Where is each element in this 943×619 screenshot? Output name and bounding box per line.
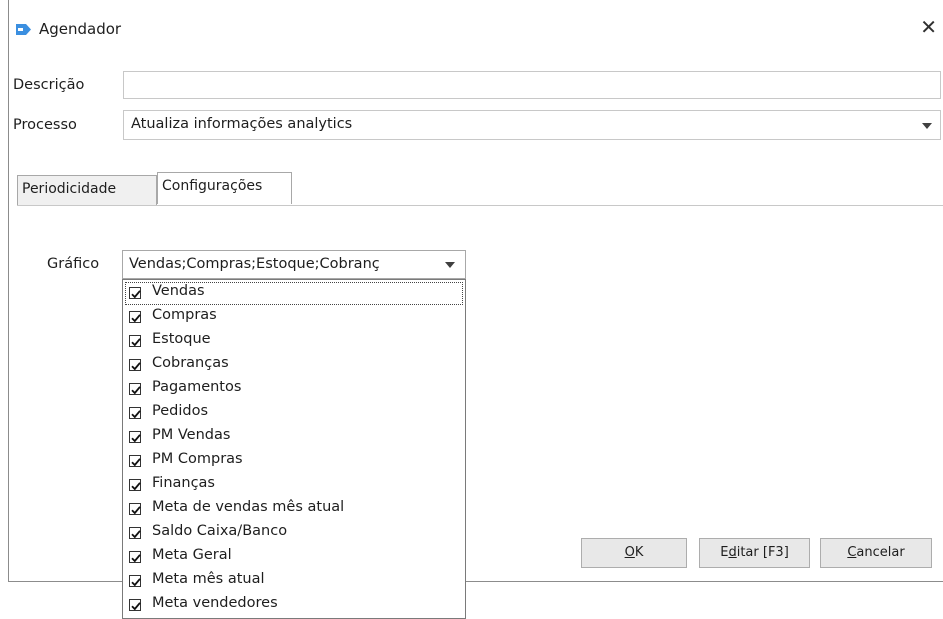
check-icon <box>131 434 141 443</box>
check-icon <box>131 386 141 395</box>
grafico-option-label: Meta vendedores <box>152 595 278 611</box>
grafico-option-label: Meta de vendas mês atual <box>152 499 345 515</box>
check-icon <box>131 578 141 587</box>
tab-strip-border <box>17 205 943 206</box>
tab-configuracoes[interactable]: Configurações <box>157 172 292 204</box>
cancelar-button[interactable]: Cancelar <box>820 538 932 568</box>
grafico-option-label: PM Compras <box>152 451 243 467</box>
tab-periodicidade[interactable]: Periodicidade <box>17 175 157 205</box>
grafico-option[interactable]: Saldo Caixa/Banco <box>125 522 463 545</box>
checkbox[interactable] <box>129 455 141 467</box>
chevron-down-icon <box>445 262 455 268</box>
checkbox[interactable] <box>129 503 141 515</box>
grafico-option-label: Compras <box>152 307 217 323</box>
grafico-option[interactable]: Meta de vendas mês atual <box>125 498 463 521</box>
grafico-option[interactable]: Pedidos <box>125 402 463 425</box>
grafico-option-label: Estoque <box>152 331 211 347</box>
checkbox[interactable] <box>129 479 141 491</box>
window-title: Agendador <box>39 20 122 38</box>
grafico-option-label: Finanças <box>152 475 215 491</box>
check-icon <box>131 602 141 611</box>
grafico-option-label: Pedidos <box>152 403 209 419</box>
grafico-option-label: Saldo Caixa/Banco <box>152 523 288 539</box>
grafico-select[interactable]: Vendas;Compras;Estoque;Cobranç <box>122 250 466 279</box>
grafico-option-label: Vendas <box>152 283 205 299</box>
check-icon <box>131 362 141 371</box>
grafico-option-label: Pagamentos <box>152 379 242 395</box>
descricao-label: Descrição <box>13 77 85 93</box>
grafico-value: Vendas;Compras;Estoque;Cobranç <box>129 256 380 272</box>
grafico-option[interactable]: Finanças <box>125 474 463 497</box>
checkbox[interactable] <box>129 527 141 539</box>
grafico-label: Gráfico <box>47 256 100 272</box>
descricao-input[interactable] <box>123 71 941 99</box>
checkbox[interactable] <box>129 359 141 371</box>
check-icon <box>131 530 141 539</box>
editar-button[interactable]: Editar [F3] <box>699 538 810 568</box>
grafico-option[interactable]: Meta mês atual <box>125 570 463 593</box>
check-icon <box>131 506 141 515</box>
checkbox[interactable] <box>129 551 141 563</box>
grafico-option[interactable]: PM Compras <box>125 450 463 473</box>
check-icon <box>131 290 141 299</box>
grafico-option[interactable]: Estoque <box>125 330 463 353</box>
check-icon <box>131 314 141 323</box>
processo-select[interactable]: Atualiza informações analytics <box>123 110 941 140</box>
checkbox[interactable] <box>129 383 141 395</box>
checkbox[interactable] <box>129 431 141 443</box>
processo-label: Processo <box>13 117 77 133</box>
grafico-option-label: Meta mês atual <box>152 571 265 587</box>
close-icon[interactable]: ✕ <box>920 17 937 37</box>
checkbox[interactable] <box>129 311 141 323</box>
grafico-option[interactable]: Cobranças <box>125 354 463 377</box>
checkbox[interactable] <box>129 287 141 299</box>
grafico-option[interactable]: Vendas <box>125 282 463 305</box>
grafico-option[interactable]: Compras <box>125 306 463 329</box>
checkbox[interactable] <box>129 599 141 611</box>
checkbox[interactable] <box>129 407 141 419</box>
checkbox[interactable] <box>129 575 141 587</box>
chevron-down-icon <box>922 123 932 129</box>
check-icon <box>131 338 141 347</box>
grafico-dropdown-list: Vendas Compras Estoque Cobranças Pagamentos P… <box>122 279 466 619</box>
grafico-option-label: Cobranças <box>152 355 229 371</box>
checkbox[interactable] <box>129 335 141 347</box>
grafico-option-label: PM Vendas <box>152 427 231 443</box>
grafico-option[interactable]: Meta Geral <box>125 546 463 569</box>
processo-value: Atualiza informações analytics <box>131 116 353 132</box>
grafico-option-label: Meta Geral <box>152 547 232 563</box>
check-icon <box>131 458 141 467</box>
check-icon <box>131 554 141 563</box>
check-icon <box>131 410 141 419</box>
title-bar: Agendador ✕ <box>9 0 943 44</box>
grafico-option[interactable]: PM Vendas <box>125 426 463 449</box>
check-icon <box>131 482 141 491</box>
ok-button[interactable]: OK <box>581 538 687 568</box>
grafico-option[interactable]: Pagamentos <box>125 378 463 401</box>
app-tag-icon <box>16 24 31 35</box>
